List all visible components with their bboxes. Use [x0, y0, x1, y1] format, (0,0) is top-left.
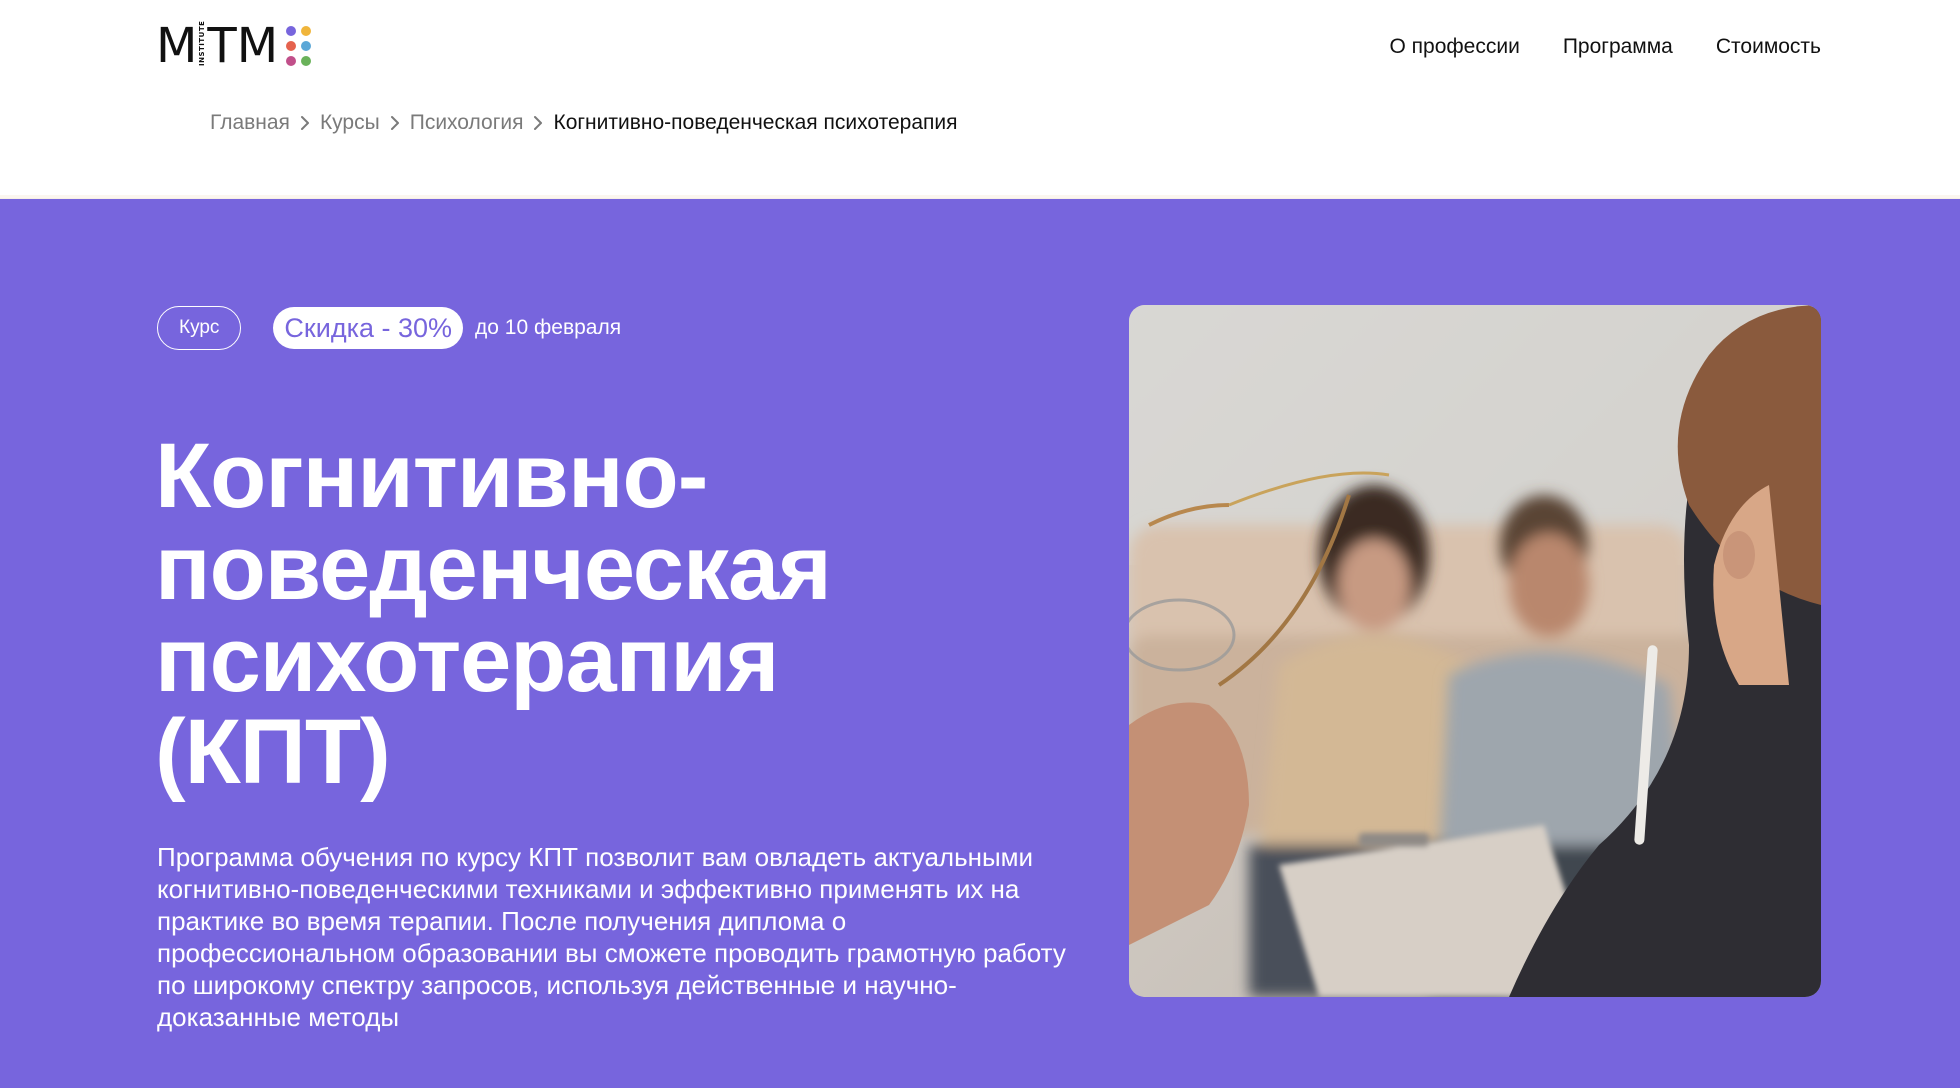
title-line: Когнитивно-: [155, 425, 708, 527]
logo-dot: [301, 26, 312, 36]
logo-dots-icon: [286, 26, 312, 66]
title-line: психотерапия: [155, 609, 779, 711]
hero-description: Программа обучения по курсу КПТ позволит…: [157, 842, 1066, 1032]
logo-dot: [301, 41, 312, 51]
discount-badge: Скидка - 30%: [273, 307, 464, 349]
breadcrumb-psychology[interactable]: Психология: [410, 108, 524, 138]
breadcrumb-current: Когнитивно-поведенческая психотерапия: [553, 111, 958, 134]
logo-dot: [286, 26, 297, 36]
chevron-right-icon: [523, 115, 553, 131]
logo-dot: [301, 56, 312, 66]
logo-dot: [286, 56, 297, 66]
hero-tags: Курс Скидка - 30% до 10 февраля: [157, 306, 621, 350]
logo-letters-tm: TM: [207, 18, 279, 74]
breadcrumb: Главная Курсы Психология Когнитивно-пове…: [210, 108, 958, 138]
nav-program[interactable]: Программа: [1563, 32, 1673, 62]
logo-dot: [286, 41, 297, 51]
course-badge: Курс: [157, 306, 242, 350]
logo-letter-m: M: [156, 18, 198, 74]
page-title: Когнитивно- поведенческая психотерапия (…: [155, 430, 1055, 798]
chevron-right-icon: [290, 115, 320, 131]
logo-subtitle: INSTITUTE: [198, 20, 207, 66]
title-line: поведенческая: [155, 517, 832, 619]
therapy-session-photo: [1129, 305, 1821, 997]
logo[interactable]: M INSTITUTE TM: [156, 18, 312, 74]
nav-price[interactable]: Стоимость: [1716, 32, 1821, 62]
site-header: M INSTITUTE TM О профессии Программа Сто…: [0, 0, 1960, 199]
main-nav: О профессии Программа Стоимость: [1390, 32, 1822, 62]
breadcrumb-courses[interactable]: Курсы: [320, 108, 380, 138]
discount-deadline: до 10 февраля: [475, 316, 622, 339]
nav-about-profession[interactable]: О профессии: [1390, 32, 1520, 62]
chevron-right-icon: [380, 115, 410, 131]
breadcrumb-home[interactable]: Главная: [210, 108, 290, 138]
title-line: (КПТ): [155, 701, 391, 803]
